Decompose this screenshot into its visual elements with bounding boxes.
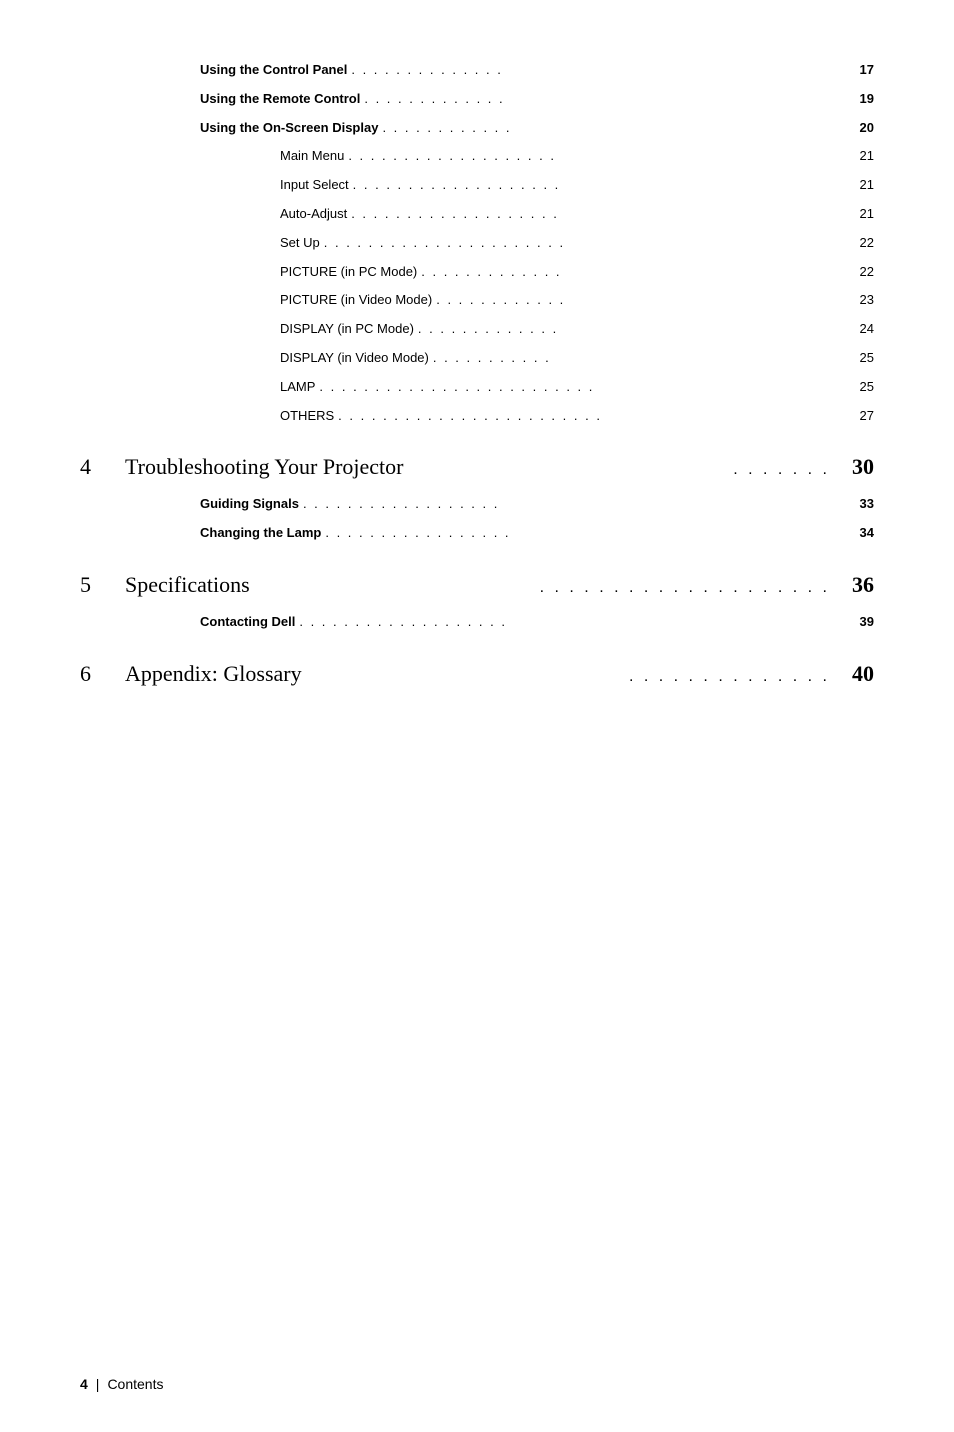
toc-item-onscreen: Using the On-Screen Display . . . . . . …	[80, 118, 874, 139]
toc-item-remote-control: Using the Remote Control . . . . . . . .…	[80, 89, 874, 110]
toc-item-lamp: LAMP . . . . . . . . . . . . . . . . . .…	[80, 377, 874, 398]
toc-dots-picture-video: . . . . . . . . . . . .	[436, 290, 840, 311]
toc-label-display-video: DISPLAY (in Video Mode)	[80, 348, 429, 369]
toc-label-display-pc: DISPLAY (in PC Mode)	[80, 319, 414, 340]
toc-page-auto-adjust: 21	[844, 204, 874, 225]
toc-dots-display-video: . . . . . . . . . . .	[433, 348, 840, 369]
toc-page-picture-video: 23	[844, 290, 874, 311]
toc-page-main-menu: 21	[844, 146, 874, 167]
chapter-5-row: 5 Specifications . . . . . . . . . . . .…	[80, 572, 874, 598]
toc-dots-guiding-signals: . . . . . . . . . . . . . . . . . .	[303, 494, 840, 515]
toc-item-guiding-signals: Guiding Signals . . . . . . . . . . . . …	[80, 494, 874, 515]
chapter-6-num: 6	[80, 661, 125, 687]
toc-item-display-pc: DISPLAY (in PC Mode) . . . . . . . . . .…	[80, 319, 874, 340]
toc-dots-onscreen: . . . . . . . . . . . .	[382, 118, 840, 139]
toc-item-control-panel: Using the Control Panel . . . . . . . . …	[80, 60, 874, 81]
toc-label-main-menu: Main Menu	[80, 146, 344, 167]
toc-item-main-menu: Main Menu . . . . . . . . . . . . . . . …	[80, 146, 874, 167]
toc-dots-set-up: . . . . . . . . . . . . . . . . . . . . …	[324, 233, 840, 254]
toc-label-others: OTHERS	[80, 406, 334, 427]
toc-continuation: Using the Control Panel . . . . . . . . …	[80, 60, 874, 426]
toc-label-changing-lamp: Changing the Lamp	[80, 523, 321, 544]
footer-page-number: 4	[80, 1376, 88, 1392]
toc-label-input-select: Input Select	[80, 175, 349, 196]
chapter-5-num: 5	[80, 572, 125, 598]
toc-page-control-panel: 17	[844, 60, 874, 81]
toc-label-lamp: LAMP	[80, 377, 315, 398]
toc-item-picture-pc: PICTURE (in PC Mode) . . . . . . . . . .…	[80, 262, 874, 283]
chapter-5-dots: . . . . . . . . . . . . . . . . . . . .	[540, 579, 830, 597]
toc-dots-picture-pc: . . . . . . . . . . . . .	[421, 262, 840, 283]
toc-dots-display-pc: . . . . . . . . . . . . .	[418, 319, 840, 340]
chapter-6-row: 6 Appendix: Glossary . . . . . . . . . .…	[80, 661, 874, 687]
toc-item-auto-adjust: Auto-Adjust . . . . . . . . . . . . . . …	[80, 204, 874, 225]
toc-item-others: OTHERS . . . . . . . . . . . . . . . . .…	[80, 406, 874, 427]
toc-label-picture-pc: PICTURE (in PC Mode)	[80, 262, 417, 283]
page-footer: 4 | Contents	[80, 1376, 163, 1392]
toc-item-picture-video: PICTURE (in Video Mode) . . . . . . . . …	[80, 290, 874, 311]
toc-item-input-select: Input Select . . . . . . . . . . . . . .…	[80, 175, 874, 196]
toc-page-contacting-dell: 39	[844, 612, 874, 633]
toc-item-display-video: DISPLAY (in Video Mode) . . . . . . . . …	[80, 348, 874, 369]
footer-separator: |	[96, 1376, 100, 1392]
toc-item-set-up: Set Up . . . . . . . . . . . . . . . . .…	[80, 233, 874, 254]
toc-page-others: 27	[844, 406, 874, 427]
toc-label-auto-adjust: Auto-Adjust	[80, 204, 347, 225]
chapter-6-dots: . . . . . . . . . . . . . .	[629, 668, 830, 686]
toc-dots-remote-control: . . . . . . . . . . . . .	[364, 89, 840, 110]
toc-label-set-up: Set Up	[80, 233, 320, 254]
chapter-5-page: 36	[834, 572, 874, 598]
chapter-4-page: 30	[834, 454, 874, 480]
chapter-6-label: Appendix: Glossary	[125, 661, 625, 687]
toc-page-guiding-signals: 33	[844, 494, 874, 515]
toc-dots-changing-lamp: . . . . . . . . . . . . . . . . .	[325, 523, 840, 544]
toc-page-lamp: 25	[844, 377, 874, 398]
toc-item-contacting-dell: Contacting Dell . . . . . . . . . . . . …	[80, 612, 874, 633]
toc-item-changing-lamp: Changing the Lamp . . . . . . . . . . . …	[80, 523, 874, 544]
toc-page-set-up: 22	[844, 233, 874, 254]
toc-page-display-video: 25	[844, 348, 874, 369]
toc-label-remote-control: Using the Remote Control	[80, 89, 360, 110]
toc-dots-contacting-dell: . . . . . . . . . . . . . . . . . . .	[299, 612, 840, 633]
toc-dots-auto-adjust: . . . . . . . . . . . . . . . . . . .	[351, 204, 840, 225]
chapter-4-dots: . . . . . . .	[733, 461, 830, 479]
toc-page-input-select: 21	[844, 175, 874, 196]
chapter-6-page: 40	[834, 661, 874, 687]
toc-label-control-panel: Using the Control Panel	[80, 60, 347, 81]
toc-label-picture-video: PICTURE (in Video Mode)	[80, 290, 432, 311]
toc-page-remote-control: 19	[844, 89, 874, 110]
toc-page-display-pc: 24	[844, 319, 874, 340]
toc-label-onscreen: Using the On-Screen Display	[80, 118, 378, 139]
toc-page-changing-lamp: 34	[844, 523, 874, 544]
chapter-5-label: Specifications	[125, 572, 536, 598]
toc-page-onscreen: 20	[844, 118, 874, 139]
toc-dots-main-menu: . . . . . . . . . . . . . . . . . . .	[348, 146, 840, 167]
toc-label-contacting-dell: Contacting Dell	[80, 612, 295, 633]
toc-dots-control-panel: . . . . . . . . . . . . . .	[351, 60, 840, 81]
chapter-4-row: 4 Troubleshooting Your Projector . . . .…	[80, 454, 874, 480]
toc-label-guiding-signals: Guiding Signals	[80, 494, 299, 515]
page: Using the Control Panel . . . . . . . . …	[0, 0, 954, 1432]
toc-dots-others: . . . . . . . . . . . . . . . . . . . . …	[338, 406, 840, 427]
toc-page-picture-pc: 22	[844, 262, 874, 283]
footer-label: Contents	[107, 1376, 163, 1392]
toc-dots-lamp: . . . . . . . . . . . . . . . . . . . . …	[319, 377, 840, 398]
chapter-4-num: 4	[80, 454, 125, 480]
chapter-4-label: Troubleshooting Your Projector	[125, 454, 729, 480]
toc-dots-input-select: . . . . . . . . . . . . . . . . . . .	[353, 175, 840, 196]
